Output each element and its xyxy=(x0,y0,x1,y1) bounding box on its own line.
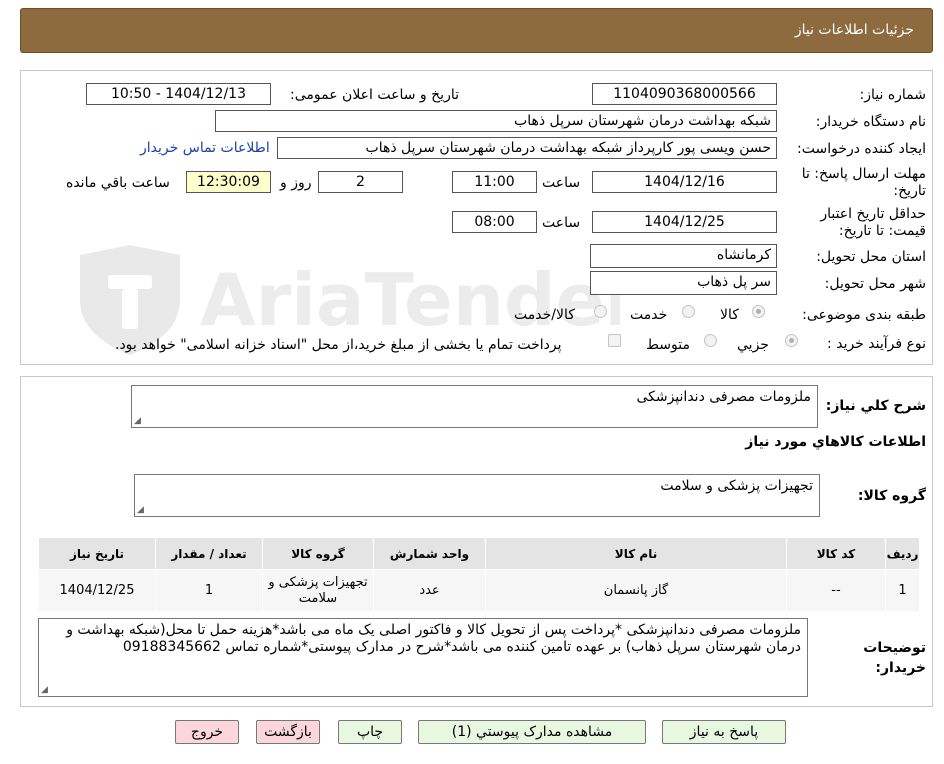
buyer-org-label: نام دستگاه خریدار: xyxy=(815,114,926,130)
col-qty: تعداد / مقدار xyxy=(155,537,263,570)
validity-label: حداقل تاریخ اعتبار قیمت: تا تاریخ: xyxy=(820,206,926,239)
cell-qty: 1 xyxy=(155,569,263,612)
category-label: طبقه بندی موضوعی: xyxy=(802,307,926,323)
cell-row: 1 xyxy=(885,569,920,612)
deadline-label: مهلت ارسال پاسخ: تا تاریخ: xyxy=(801,166,926,199)
resize-grip-icon[interactable]: ◢ xyxy=(137,506,144,515)
days-label: روز و xyxy=(280,175,312,191)
province-field: کرمانشاه xyxy=(590,244,777,268)
goods-group-label: گروه کالا: xyxy=(857,488,926,504)
validity-time-label: ساعت xyxy=(542,215,581,231)
buyer-org-field: شبکه بهداشت درمان شهرستان سرپل ذهاب xyxy=(215,110,777,132)
back-button[interactable]: بازگشت xyxy=(256,720,320,744)
page-title: جزئیات اطلاعات نیاز xyxy=(794,22,914,38)
process-medium-label: متوسط xyxy=(646,337,690,353)
exit-button[interactable]: خروج xyxy=(175,720,239,744)
category-service-radio[interactable] xyxy=(682,305,695,318)
remaining-time-label: ساعت باقي مانده xyxy=(66,175,170,191)
col-code: کد کالا xyxy=(786,537,886,570)
resize-grip-icon[interactable]: ◢ xyxy=(134,417,141,426)
reply-button[interactable]: پاسخ به نیاز xyxy=(662,720,786,744)
need-number-label: شماره نیاز: xyxy=(859,87,927,103)
category-goods-service-label: کالا/خدمت xyxy=(514,307,575,323)
requester-label: ایجاد کننده درخواست: xyxy=(797,141,926,157)
process-type-label: نوع فرآیند خرید : xyxy=(827,336,926,352)
validity-date-field: 1404/12/25 xyxy=(592,211,777,233)
col-row: رديف xyxy=(885,537,920,570)
need-number-field: 1104090368000566 xyxy=(592,83,777,105)
buyer-contact-link[interactable]: اطلاعات تماس خریدار xyxy=(140,140,270,156)
goods-group-text: تجهیزات پزشکی و سلامت xyxy=(660,478,813,494)
province-label: استان محل تحویل: xyxy=(816,249,926,265)
resize-grip-icon[interactable]: ◢ xyxy=(41,686,48,695)
requester-field: حسن ویسی پور کارپرداز شبکه بهداشت درمان … xyxy=(277,137,777,159)
buyer-notes-text: ملزومات مصرفی دندانپزشکی *پرداخت پس از ت… xyxy=(66,622,801,655)
buyer-notes-field: ملزومات مصرفی دندانپزشکی *پرداخت پس از ت… xyxy=(38,618,808,697)
days-remaining-field: 2 xyxy=(318,171,403,193)
col-unit: واحد شمارش xyxy=(373,537,486,570)
need-summary-text: ملزومات مصرفی دندانپزشکی xyxy=(636,389,811,405)
table-header-row: رديف کد کالا نام کالا واحد شمارش گروه کا… xyxy=(38,537,920,570)
goods-group-field: تجهیزات پزشکی و سلامت ◢ xyxy=(134,474,820,517)
deadline-time-field: 11:00 xyxy=(452,171,537,193)
col-group: گروه کالا xyxy=(262,537,374,570)
treasury-bonds-checkbox[interactable] xyxy=(608,334,621,347)
view-attachments-button[interactable]: مشاهده مدارک پیوستي (1) xyxy=(418,720,646,744)
remaining-time-field: 12:30:09 xyxy=(186,171,271,193)
page-header: جزئیات اطلاعات نیاز xyxy=(20,8,933,53)
print-button[interactable]: چاپ xyxy=(338,720,402,744)
category-service-label: خدمت xyxy=(630,307,668,323)
cell-unit: عدد xyxy=(373,569,486,612)
col-name: نام کالا xyxy=(485,537,787,570)
cell-date: 1404/12/25 xyxy=(38,569,156,612)
deadline-time-label: ساعت xyxy=(542,175,581,191)
deadline-date-field: 1404/12/16 xyxy=(592,171,777,193)
validity-time-field: 08:00 xyxy=(452,211,537,233)
cell-name: گاز پانسمان xyxy=(485,569,787,612)
announce-date-label: تاریخ و ساعت اعلان عمومی: xyxy=(290,87,459,103)
buyer-notes-label: توضیحات خریدار: xyxy=(863,640,926,676)
table-row: 1 -- گاز پانسمان عدد تجهیزات پزشکی و سلا… xyxy=(38,569,920,612)
need-summary-label: شرح كلي نياز: xyxy=(825,398,926,414)
category-goods-label: کالا xyxy=(720,307,739,323)
col-date: تاریخ نیاز xyxy=(38,537,156,570)
announce-date-field: 1404/12/13 - 10:50 xyxy=(86,83,271,105)
process-minor-label: جزیي xyxy=(737,337,769,353)
category-goods-radio[interactable] xyxy=(752,305,765,318)
process-minor-radio[interactable] xyxy=(785,334,798,347)
goods-table: رديف کد کالا نام کالا واحد شمارش گروه کا… xyxy=(38,537,920,612)
cell-code: -- xyxy=(786,569,886,612)
category-goods-service-radio[interactable] xyxy=(594,305,607,318)
city-label: شهر محل تحویل: xyxy=(824,276,926,292)
treasury-payment-note: پرداخت تمام یا بخشی از مبلغ خرید،از محل … xyxy=(115,337,562,353)
process-medium-radio[interactable] xyxy=(704,334,717,347)
cell-group: تجهیزات پزشکی و سلامت xyxy=(262,569,374,612)
need-summary-field: ملزومات مصرفی دندانپزشکی ◢ xyxy=(131,385,818,428)
city-field: سر پل ذهاب xyxy=(590,271,777,295)
goods-section-title: اطلاعات كالاهاي مورد نياز xyxy=(745,434,926,450)
